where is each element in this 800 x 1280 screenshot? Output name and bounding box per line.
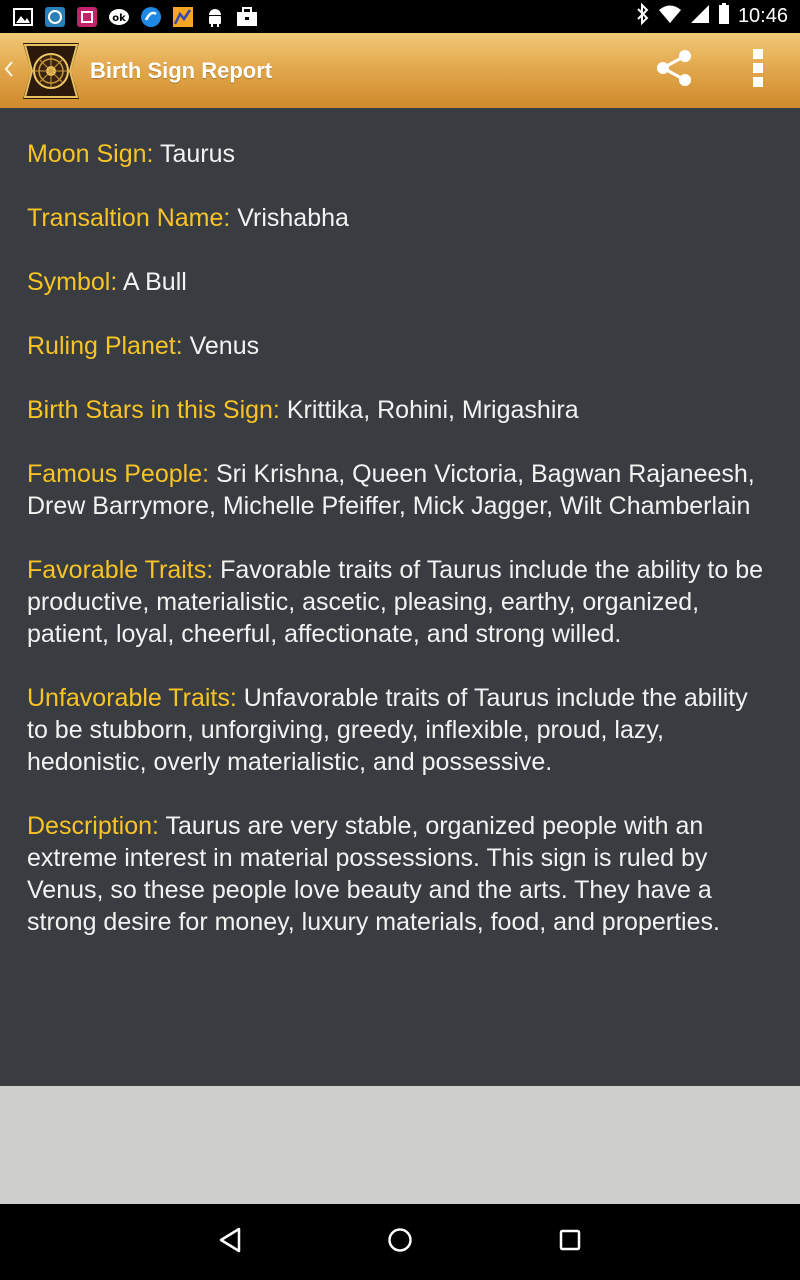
symbol-label: Symbol: [27, 268, 118, 296]
chevron-left-icon[interactable] [4, 58, 18, 84]
wifi-icon [658, 4, 682, 30]
share-button[interactable] [642, 39, 706, 103]
signal-icon [690, 4, 710, 30]
page-title: Birth Sign Report [90, 57, 273, 83]
back-triangle-icon [217, 1226, 243, 1259]
birth-stars-value: Krittika, Rohini, Mrigashira [279, 396, 579, 424]
astrology-wheel-logo[interactable] [18, 38, 84, 104]
navigation-bar [0, 1204, 800, 1280]
app-icon [44, 6, 66, 28]
report-content[interactable]: Moon Sign: Taurus Transaltion Name: Vris… [0, 108, 800, 1086]
battery-icon [718, 2, 730, 31]
notification-icons: ok [12, 6, 258, 28]
home-circle-icon [386, 1226, 414, 1259]
favorable-traits-entry: Favorable Traits: Favorable traits of Ta… [27, 554, 773, 650]
moon-sign-label: Moon Sign: [27, 140, 154, 168]
translation-name-label: Transaltion Name: [27, 204, 231, 232]
birth-stars-label: Birth Stars in this Sign: [27, 396, 280, 424]
description-label: Description: [27, 812, 159, 840]
ruling-planet-entry: Ruling Planet: Venus [27, 330, 773, 362]
app-bar: Birth Sign Report [0, 33, 800, 108]
clock: 10:46 [737, 5, 788, 27]
ruling-planet-value: Venus [182, 332, 260, 360]
translation-name-value: Vrishabha [230, 204, 349, 232]
ruling-planet-label: Ruling Planet: [27, 332, 183, 360]
unfavorable-traits-entry: Unfavorable Traits: Unfavorable traits o… [27, 682, 773, 778]
moon-sign-entry: Moon Sign: Taurus [27, 138, 773, 170]
nav-back-button[interactable] [200, 1212, 260, 1272]
nav-home-button[interactable] [370, 1212, 430, 1272]
translation-name-entry: Transaltion Name: Vrishabha [27, 202, 773, 234]
browser-icon [140, 6, 162, 28]
bluetooth-icon [636, 2, 650, 31]
recents-square-icon [558, 1228, 582, 1257]
chart-icon [172, 6, 194, 28]
app-icon-pink [76, 6, 98, 28]
empty-area [0, 1086, 800, 1204]
gallery-icon [12, 6, 34, 28]
system-status: 10:46 [636, 2, 788, 31]
unfavorable-traits-label: Unfavorable Traits: [27, 684, 237, 712]
svg-text:ok: ok [112, 13, 126, 24]
nav-recents-button[interactable] [540, 1212, 600, 1272]
ok-icon: ok [108, 6, 130, 28]
status-bar: ok 10:46 [0, 0, 800, 33]
famous-people-label: Famous People: [27, 460, 210, 488]
famous-people-entry: Famous People: Sri Krishna, Queen Victor… [27, 458, 773, 522]
symbol-entry: Symbol: A Bull [27, 266, 773, 298]
birth-stars-entry: Birth Stars in this Sign: Krittika, Rohi… [27, 394, 773, 426]
favorable-traits-label: Favorable Traits: [27, 556, 214, 584]
symbol-value: A Bull [117, 268, 187, 296]
share-icon [653, 47, 695, 94]
overflow-menu-icon [751, 48, 765, 93]
briefcase-icon [236, 6, 258, 28]
overflow-menu-button[interactable] [726, 39, 790, 103]
moon-sign-value: Taurus [153, 140, 235, 168]
android-icon [204, 6, 226, 28]
description-entry: Description: Taurus are very stable, org… [27, 810, 773, 938]
